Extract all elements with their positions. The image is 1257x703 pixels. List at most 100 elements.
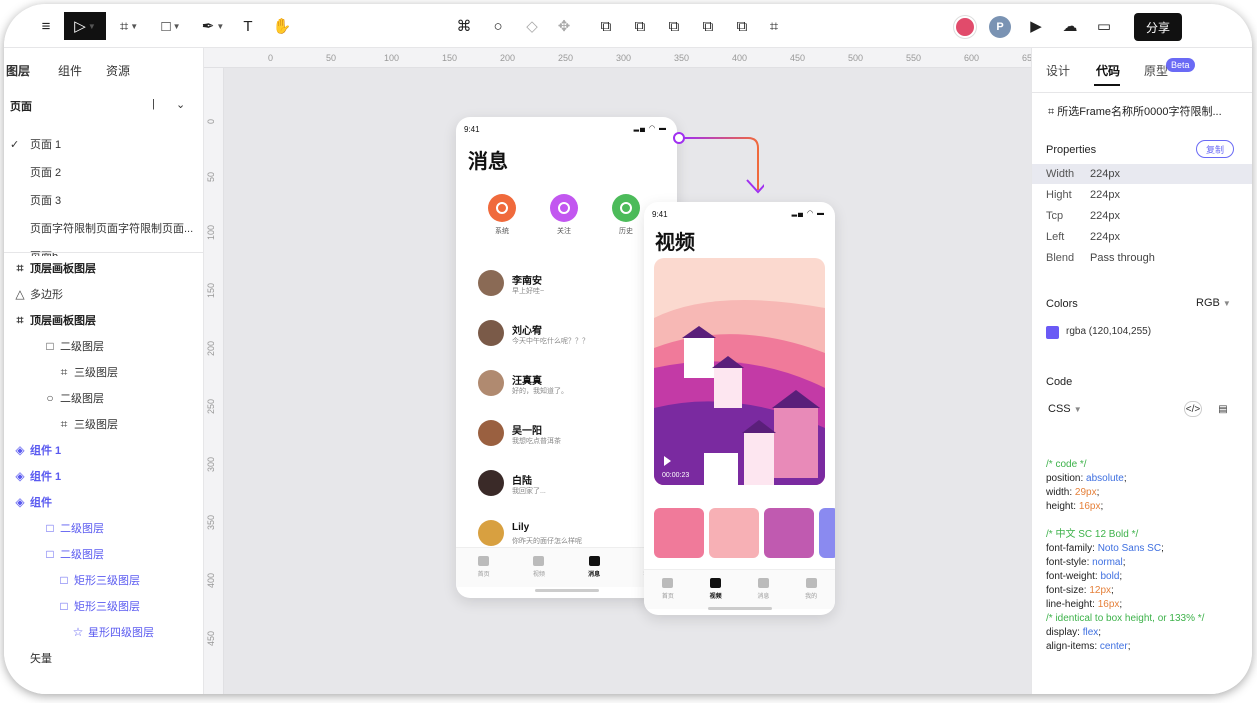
code-token: display: [1046, 627, 1083, 638]
tab-bar-item[interactable]: 我的 [796, 578, 826, 600]
tab-components[interactable]: 组件 [58, 62, 82, 79]
layer-item[interactable]: □ 二级图层 [40, 546, 104, 562]
subtract-icon[interactable]: ⧉ [628, 12, 652, 40]
user-avatar[interactable]: P [989, 16, 1011, 38]
color-swatch[interactable] [1046, 326, 1059, 339]
code-view-icon[interactable]: </> [1184, 401, 1202, 417]
page-item[interactable]: ✓ 页面 1 [10, 136, 200, 152]
layer-item[interactable]: 矢量 [10, 650, 52, 666]
union-icon[interactable]: ⧉ [594, 12, 618, 40]
move-tool-icon[interactable]: ▷ ▼ [64, 12, 106, 40]
layer-item[interactable]: □ 二级图层 [40, 338, 104, 354]
page-item[interactable]: 页面 2 [10, 164, 200, 180]
color-mode-select[interactable]: RGB ▼ [1196, 297, 1231, 309]
layer-item[interactable]: ⌗ 三级图层 [54, 416, 118, 432]
list-item[interactable]: 汪真真 好的，我知道了。 [478, 370, 668, 400]
pen-tool-icon[interactable]: ✒ ▼ [196, 12, 230, 40]
property-key: Blend [1046, 252, 1075, 264]
code-line: display: flex; [1046, 626, 1246, 640]
code-language-select[interactable]: CSS ▼ [1048, 403, 1082, 415]
rectangle-tool-icon[interactable]: □ ▼ [154, 12, 188, 40]
code-token: width: [1046, 487, 1075, 498]
tab-bar-item[interactable]: 视频 [701, 578, 731, 600]
tab-code[interactable]: 代码 [1096, 62, 1120, 79]
align-icon[interactable]: ✥ [552, 12, 576, 40]
layer-item[interactable]: ◈ 组件 1 [10, 468, 61, 484]
tab-assets[interactable]: 资源 [106, 62, 130, 79]
tab-design[interactable]: 设计 [1046, 62, 1070, 79]
flatten-icon[interactable]: ⧉ [730, 12, 754, 40]
tab-bar-item[interactable]: 消息 [748, 578, 778, 600]
property-row[interactable]: Blend Pass through [1032, 248, 1252, 268]
video-thumbnail[interactable] [819, 508, 835, 558]
layer-item[interactable]: ○ 二级图层 [40, 390, 104, 406]
layer-item[interactable]: ⌗ 顶层画板图层 [10, 312, 96, 328]
layer-item[interactable]: ◈ 组件 [10, 494, 52, 510]
design-canvas[interactable]: 0 50 100 150 200 250 300 350 400 450 500 550 600 650 … [204, 48, 1037, 694]
video-hero-image[interactable] [654, 258, 825, 485]
category-item[interactable]: 历史 [606, 194, 646, 236]
tab-bar-item[interactable]: 首页 [653, 578, 683, 600]
property-row[interactable]: Hight 224px [1032, 185, 1252, 205]
layer-label: 星形四级图层 [88, 627, 154, 639]
list-item[interactable]: 李南安 早上好哇~ [478, 270, 668, 300]
property-row[interactable]: Tcp 224px [1032, 206, 1252, 226]
layer-item[interactable]: ◈ 组件 1 [10, 442, 61, 458]
code-block[interactable]: /* code */position: absolute; width: 29px… [1046, 458, 1246, 654]
tab-layers[interactable]: 图层 [6, 62, 30, 79]
component-icon[interactable]: ⌘ [452, 12, 476, 40]
list-item[interactable]: 白陆 我回家了... [478, 470, 668, 500]
contact-name: 白陆 [512, 476, 532, 487]
ellipse-icon[interactable]: ○ [486, 12, 510, 40]
property-row[interactable]: Width 224px [1032, 164, 1252, 184]
page-item[interactable]: 页面 3 [10, 192, 200, 208]
tab-bar-item[interactable]: 首页 [469, 556, 499, 578]
video-thumbnail[interactable] [654, 508, 704, 558]
property-key: Tcp [1046, 210, 1064, 222]
layer-item[interactable]: ⌗ 三级图层 [54, 364, 118, 380]
tab-prototype[interactable]: 原型 [1144, 62, 1168, 79]
share-button[interactable]: 分享 [1134, 13, 1182, 41]
panel-divider [4, 252, 204, 253]
collaborator-avatar[interactable] [954, 16, 976, 38]
hand-tool-icon[interactable]: ✋ [270, 12, 294, 40]
video-thumbnail[interactable] [709, 508, 759, 558]
menu-icon[interactable]: ≡ [34, 12, 58, 40]
prototype-connector[interactable] [664, 128, 764, 198]
text-tool-icon[interactable]: T [236, 12, 260, 40]
code-token: Noto Sans SC [1097, 543, 1162, 554]
code-title: Code [1046, 376, 1073, 388]
copy-button[interactable]: 复制 [1196, 140, 1234, 158]
right-panel: 设计 代码 原型 Beta ⌗ 所选Frame名称所0000字符限制... Pr… [1031, 48, 1252, 694]
top-toolbar: ≡ ▷ ▼ ⌗ ▼ □ ▼ ✒ ▼ T ✋ ⌘ ○ ◇ ✥ ⧉ ⧉ ⧉ ⧉ ⧉ ⌗ ▶ ☁ ▭ P 分享 [4, 4, 1252, 48]
fill-icon[interactable]: ◇ [520, 12, 544, 40]
category-item[interactable]: 关注 [544, 194, 584, 236]
document-icon[interactable]: ▤ [1214, 401, 1232, 417]
contact-name: Lily [512, 522, 530, 533]
layout-icon[interactable]: ▭ [1092, 12, 1116, 40]
layer-item[interactable]: ☆ 星形四级图层 [68, 624, 154, 640]
intersect-icon[interactable]: ⧉ [662, 12, 686, 40]
property-row[interactable]: Left 224px [1032, 227, 1252, 247]
list-item[interactable]: 刘心宥 今天中午吃什么呢？？？ [478, 320, 668, 350]
play-icon[interactable]: ▶ [1024, 12, 1048, 40]
layer-item[interactable]: ⌗ 顶层画板图层 [10, 260, 96, 276]
ruler-tick-label: 600 [964, 53, 980, 63]
page-item[interactable]: 页面字符限制页面字符限制页面... [10, 220, 200, 236]
video-thumbnail[interactable] [764, 508, 814, 558]
tab-bar-item[interactable]: 消息 [579, 556, 609, 578]
exclude-icon[interactable]: ⧉ [696, 12, 720, 40]
category-item[interactable]: 系统 [482, 194, 522, 236]
list-item[interactable]: Lily 你昨天的面仔怎么样呢 [478, 520, 668, 550]
layer-item[interactable]: □ 矩形三级图层 [54, 572, 140, 588]
layer-item[interactable]: △ 多边形 [10, 286, 63, 302]
frame-tool-icon[interactable]: ⌗ ▼ [112, 12, 146, 40]
tab-bar-item[interactable]: 视频 [524, 556, 554, 578]
chevron-down-icon[interactable]: ⌄ [176, 98, 185, 111]
crop-icon[interactable]: ⌗ [762, 12, 786, 40]
layer-item[interactable]: □ 二级图层 [40, 520, 104, 536]
upload-icon[interactable]: ☁ [1058, 12, 1082, 40]
frame-video[interactable]: 9:41 ▂▄ ◠ ▬ 视频 00:00:23 首页 视频 消息 我的 [644, 202, 835, 615]
list-item[interactable]: 吴一阳 我想吃点普洱茶 [478, 420, 668, 450]
layer-item[interactable]: □ 矩形三级图层 [54, 598, 140, 614]
